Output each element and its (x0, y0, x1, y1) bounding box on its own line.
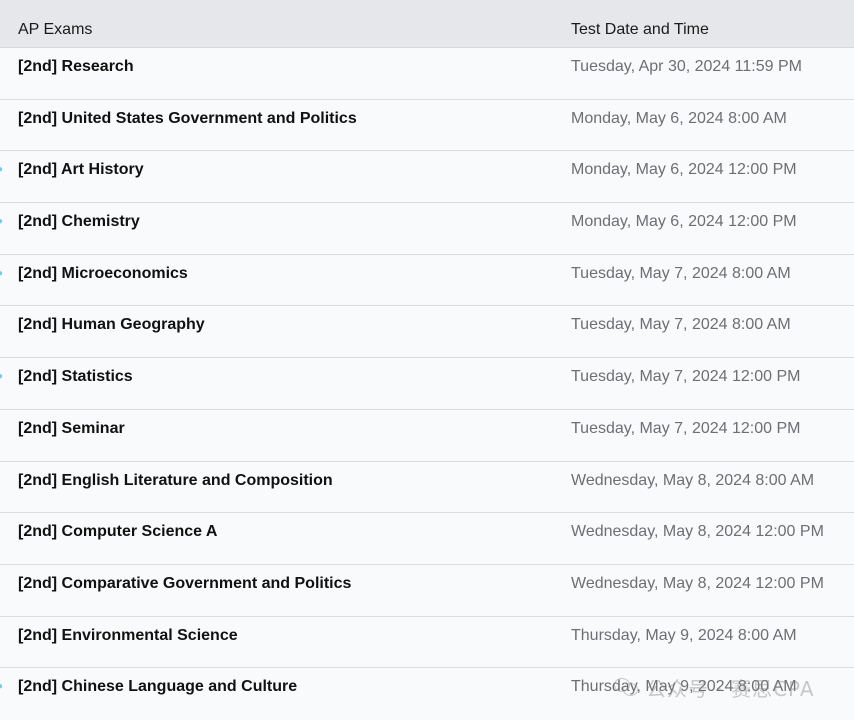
exam-name: [2nd] Human Geography (18, 316, 205, 334)
exam-name: [2nd] Chemistry (18, 213, 140, 231)
exam-date: Tuesday, Apr 30, 2024 11:59 PM (571, 58, 802, 75)
exam-date: Tuesday, May 7, 2024 8:00 AM (571, 264, 791, 282)
table-row: ● [2nd] Art History Monday, May 6, 2024 … (0, 151, 854, 204)
watermark: 公众号 · 赛思CPA (614, 672, 815, 702)
row-marker-icon: ● (0, 371, 4, 383)
exam-date: Monday, May 6, 2024 12:00 PM (571, 161, 797, 179)
exam-date: Monday, May 6, 2024 8:00 AM (571, 109, 787, 127)
exam-date: Monday, May 6, 2024 12:00 PM (571, 213, 797, 231)
row-marker-icon: ● (0, 216, 4, 228)
table-row: [2nd] Human Geography Tuesday, May 7, 20… (0, 306, 854, 359)
header-ap-exams: AP Exams (18, 21, 93, 38)
exam-name: [2nd] Art History (18, 161, 144, 179)
exam-name: [2nd] Research (18, 58, 134, 75)
exam-name: [2nd] Environmental Science (18, 626, 238, 644)
exam-name: [2nd] Computer Science A (18, 523, 218, 541)
table-row: [2nd] Computer Science A Wednesday, May … (0, 513, 854, 565)
table-row: [2nd] Comparative Government and Politic… (0, 564, 854, 617)
exam-date: Tuesday, May 7, 2024 8:00 AM (571, 316, 791, 334)
table-row: ● [2nd] Statistics Tuesday, May 7, 2024 … (0, 358, 854, 410)
wechat-icon (614, 676, 638, 698)
watermark-text: 公众号 · 赛思CPA (646, 676, 815, 701)
exam-name: [2nd] Seminar (18, 419, 125, 437)
exam-name: [2nd] Comparative Government and Politic… (18, 574, 352, 592)
table-row: ● [2nd] Chemistry Monday, May 6, 2024 12… (0, 203, 854, 255)
ap-exams-table: AP Exams Test Date and Time [2nd] Resear… (0, 0, 854, 720)
exam-date: Thursday, May 9, 2024 8:00 AM (571, 626, 797, 644)
row-marker-icon: ● (0, 267, 4, 279)
exam-name: [2nd] United States Government and Polit… (18, 109, 357, 127)
header-test-date-time: Test Date and Time (571, 21, 709, 38)
exam-name: [2nd] English Literature and Composition (18, 471, 333, 489)
exam-date: Tuesday, May 7, 2024 12:00 PM (571, 419, 801, 437)
table-header: AP Exams Test Date and Time (0, 0, 854, 48)
exam-date: Wednesday, May 8, 2024 12:00 PM (571, 574, 824, 592)
exam-name: [2nd] Chinese Language and Culture (18, 678, 298, 696)
table-row: [2nd] Research Tuesday, Apr 30, 2024 11:… (0, 48, 854, 100)
table-row: [2nd] English Literature and Composition… (0, 461, 854, 514)
exam-date: Wednesday, May 8, 2024 8:00 AM (571, 471, 815, 489)
exam-date: Tuesday, May 7, 2024 12:00 PM (571, 368, 801, 386)
table-row: ● [2nd] Microeconomics Tuesday, May 7, 2… (0, 254, 854, 307)
exam-name: [2nd] Statistics (18, 368, 133, 386)
exam-name: [2nd] Microeconomics (18, 264, 188, 282)
table-row: [2nd] United States Government and Polit… (0, 99, 854, 152)
row-marker-icon: ● (0, 681, 4, 693)
row-marker-icon: ● (0, 164, 4, 176)
table-row: [2nd] Environmental Science Thursday, Ma… (0, 616, 854, 669)
table-row: [2nd] Seminar Tuesday, May 7, 2024 12:00… (0, 409, 854, 462)
exam-date: Wednesday, May 8, 2024 12:00 PM (571, 523, 824, 541)
